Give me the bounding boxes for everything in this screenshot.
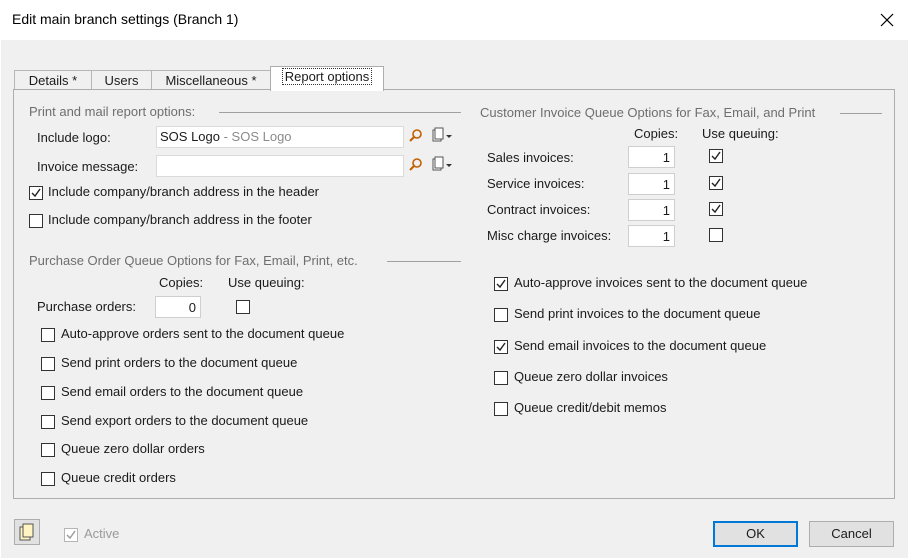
tab-report-options[interactable]: Report options xyxy=(270,66,384,91)
copy-button[interactable] xyxy=(14,519,40,545)
po-option-label: Send print orders to the document queue xyxy=(61,355,298,370)
close-button[interactable] xyxy=(875,8,899,32)
invoice-copies-input[interactable]: 1 xyxy=(628,146,675,168)
invoice-copies-input[interactable]: 1 xyxy=(628,173,675,195)
invoice-type-label: Contract invoices: xyxy=(487,202,591,217)
ci-copies-header: Copies: xyxy=(634,126,679,141)
group-divider xyxy=(840,113,882,114)
title-bar: Edit main branch settings (Branch 1) xyxy=(0,0,909,40)
invoice-option-label: Queue zero dollar invoices xyxy=(514,369,668,384)
include-logo-label: Include logo: xyxy=(37,130,111,145)
close-icon xyxy=(880,13,894,27)
purchase-orders-copies-input[interactable]: 0 xyxy=(155,296,201,318)
invoice-option-checkbox[interactable] xyxy=(494,277,508,291)
invoice-option-checkbox[interactable] xyxy=(494,402,508,416)
po-option-label: Send email orders to the document queue xyxy=(61,384,304,399)
search-icon[interactable] xyxy=(408,128,424,144)
ok-button[interactable]: OK xyxy=(713,521,798,547)
include-logo-value: SOS Logo xyxy=(160,129,220,144)
invoice-type-label: Service invoices: xyxy=(487,176,585,191)
purchase-orders-queuing-checkbox[interactable] xyxy=(236,300,250,314)
po-option-label: Auto-approve orders sent to the document… xyxy=(61,326,345,341)
invoice-copies-input[interactable]: 1 xyxy=(628,199,675,221)
tab-miscellaneous[interactable]: Miscellaneous * xyxy=(151,70,271,90)
po-option-checkbox[interactable] xyxy=(41,328,55,342)
active-checkbox[interactable] xyxy=(64,528,78,542)
po-option-label: Send export orders to the document queue xyxy=(61,413,309,428)
purchase-order-group-title: Purchase Order Queue Options for Fax, Em… xyxy=(29,253,358,268)
invoice-message-label: Invoice message: xyxy=(37,159,139,174)
po-option-checkbox[interactable] xyxy=(41,386,55,400)
ci-use-queuing-header: Use queuing: xyxy=(702,126,779,141)
po-option-checkbox[interactable] xyxy=(41,472,55,486)
invoice-queuing-checkbox[interactable] xyxy=(709,176,723,190)
check-icon xyxy=(711,151,721,161)
po-use-queuing-header: Use queuing: xyxy=(228,275,305,290)
po-option-label: Queue zero dollar orders xyxy=(61,441,205,456)
po-option-checkbox[interactable] xyxy=(41,415,55,429)
invoice-option-label: Auto-approve invoices sent to the docume… xyxy=(514,275,808,290)
invoice-option-checkbox[interactable] xyxy=(494,308,508,322)
po-option-checkbox[interactable] xyxy=(41,443,55,457)
invoice-queuing-checkbox[interactable] xyxy=(709,228,723,242)
print-mail-group-title: Print and mail report options: xyxy=(29,104,196,119)
tab-users[interactable]: Users xyxy=(91,70,152,90)
report-options-panel: Print and mail report options: Include l… xyxy=(13,89,895,499)
check-icon xyxy=(66,530,76,540)
search-icon[interactable] xyxy=(408,157,424,173)
invoice-queuing-checkbox[interactable] xyxy=(709,202,723,216)
invoice-copies-input[interactable]: 1 xyxy=(628,225,675,247)
group-divider xyxy=(219,112,461,113)
invoice-type-label: Misc charge invoices: xyxy=(487,228,612,243)
include-logo-field[interactable]: SOS Logo - SOS Logo xyxy=(156,126,404,148)
invoice-option-label: Queue credit/debit memos xyxy=(514,400,667,415)
check-icon xyxy=(31,188,41,198)
invoice-option-checkbox[interactable] xyxy=(494,340,508,354)
dialog-body: Details * Users Miscellaneous * Report o… xyxy=(1,40,908,558)
copy-icon xyxy=(19,523,34,541)
address-header-checkbox[interactable] xyxy=(29,186,43,200)
tab-users-label: Users xyxy=(104,73,139,88)
invoice-option-checkbox[interactable] xyxy=(494,371,508,385)
purchase-orders-label: Purchase orders: xyxy=(37,299,136,314)
address-footer-label: Include company/branch address in the fo… xyxy=(48,212,312,227)
po-option-label: Queue credit orders xyxy=(61,470,176,485)
customer-invoice-group-title: Customer Invoice Queue Options for Fax, … xyxy=(480,105,816,120)
tab-details-label: Details * xyxy=(28,73,78,88)
cancel-button[interactable]: Cancel xyxy=(809,521,894,547)
group-divider xyxy=(387,261,461,262)
check-icon xyxy=(496,342,506,352)
invoice-queuing-checkbox[interactable] xyxy=(709,149,723,163)
tab-details[interactable]: Details * xyxy=(14,70,92,90)
include-logo-description: - SOS Logo xyxy=(220,129,292,144)
address-header-label: Include company/branch address in the he… xyxy=(48,184,320,199)
invoice-message-field[interactable] xyxy=(156,155,404,177)
tab-report-options-label: Report options xyxy=(281,68,373,85)
window-title: Edit main branch settings (Branch 1) xyxy=(12,11,239,27)
address-footer-checkbox[interactable] xyxy=(29,214,43,228)
check-icon xyxy=(711,204,721,214)
invoice-type-label: Sales invoices: xyxy=(487,150,574,165)
invoice-option-label: Send print invoices to the document queu… xyxy=(514,306,761,321)
po-option-checkbox[interactable] xyxy=(41,357,55,371)
check-icon xyxy=(711,178,721,188)
tab-miscellaneous-label: Miscellaneous * xyxy=(165,73,257,88)
check-icon xyxy=(496,279,506,289)
lookup-dropdown-icon[interactable] xyxy=(430,156,454,174)
active-label: Active xyxy=(84,526,120,541)
po-copies-header: Copies: xyxy=(159,275,204,290)
invoice-option-label: Send email invoices to the document queu… xyxy=(514,338,767,353)
lookup-dropdown-icon[interactable] xyxy=(430,127,454,145)
